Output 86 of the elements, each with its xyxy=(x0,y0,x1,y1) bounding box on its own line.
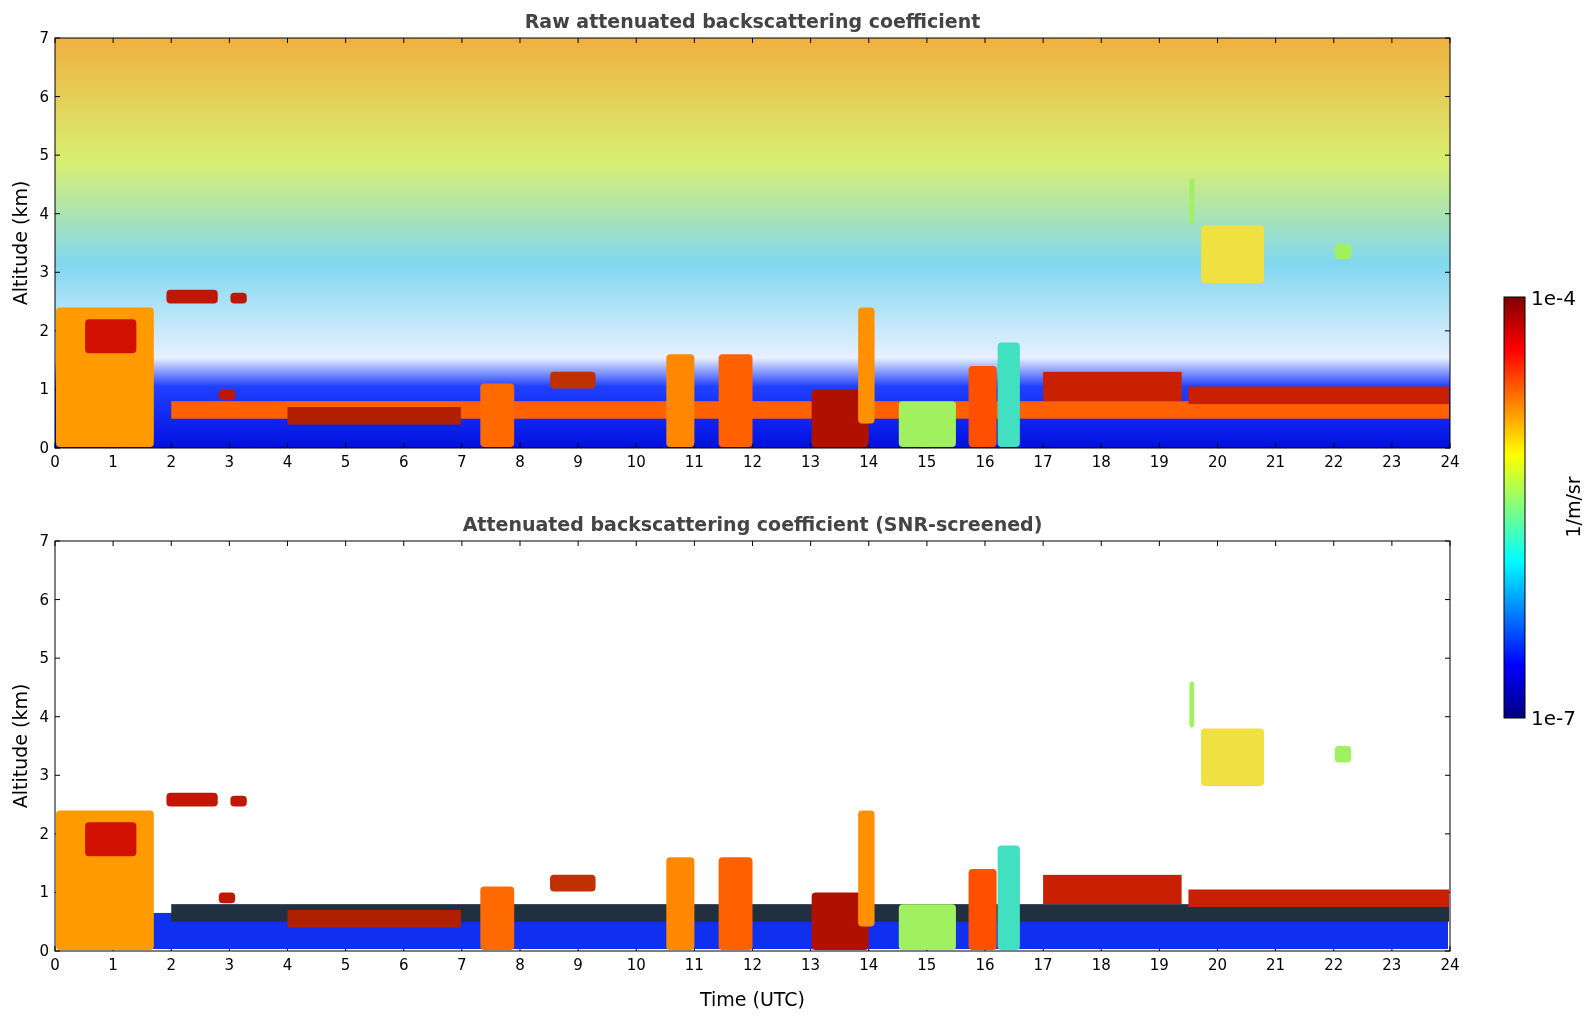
cloud-echo xyxy=(1201,225,1264,283)
x-tick-label: 3 xyxy=(224,956,235,974)
y-tick-label: 7 xyxy=(39,532,49,550)
x-tick-label: 0 xyxy=(50,956,60,974)
y-tick-label: 4 xyxy=(39,707,49,726)
x-tick-label: 13 xyxy=(801,453,821,471)
x-tick-label: 2 xyxy=(166,956,176,974)
x-tick-label: 5 xyxy=(340,956,351,974)
plot-title: Raw attenuated backscattering coefficient xyxy=(524,10,981,32)
y-tick-label: 5 xyxy=(39,146,49,165)
y-axis-label: Altitude (km) xyxy=(9,683,31,809)
x-tick-label: 22 xyxy=(1324,956,1344,974)
x-tick-label: 23 xyxy=(1382,453,1402,471)
x-tick-label: 11 xyxy=(684,956,704,974)
x-tick-label: 14 xyxy=(859,956,879,974)
x-tick-label: 2 xyxy=(166,453,176,471)
x-tick-label: 0 xyxy=(50,453,60,471)
y-tick-label: 7 xyxy=(39,29,49,47)
cloud-echo xyxy=(898,401,956,447)
x-tick-label: 10 xyxy=(626,956,646,974)
x-tick-label: 17 xyxy=(1033,453,1053,471)
x-tick-label: 20 xyxy=(1207,453,1228,471)
cloud-echo xyxy=(230,795,247,807)
plot-title: Attenuated backscattering coefficient (SNR-screened) xyxy=(462,513,1043,535)
y-axis-label: Altitude (km) xyxy=(9,180,31,306)
colorbar-label: 1/m/sr xyxy=(1562,476,1584,538)
x-tick-label: 8 xyxy=(515,453,525,471)
y-tick-label: 2 xyxy=(39,321,49,340)
x-tick-label: 6 xyxy=(399,453,409,471)
x-tick-label: 5 xyxy=(340,453,351,471)
x-tick-label: 4 xyxy=(282,956,293,974)
x-tick-label: 1 xyxy=(108,453,118,471)
x-tick-label: 3 xyxy=(224,453,235,471)
y-tick-label: 1 xyxy=(39,380,49,399)
cloud-echo xyxy=(230,292,247,304)
y-tick-label: 3 xyxy=(39,263,49,282)
x-tick-label: 4 xyxy=(282,453,293,471)
y-tick-label: 1 xyxy=(39,883,49,902)
x-tick-label: 8 xyxy=(515,956,525,974)
cloud-echo xyxy=(480,886,515,950)
y-tick-label: 0 xyxy=(39,439,49,457)
x-tick-label: 21 xyxy=(1266,453,1286,471)
x-tick-label: 17 xyxy=(1033,956,1053,974)
y-tick-label: 5 xyxy=(39,649,49,668)
x-tick-label: 16 xyxy=(975,956,995,974)
cloud-echo xyxy=(480,383,515,447)
cloud-echo xyxy=(218,892,236,904)
y-tick-label: 6 xyxy=(39,87,49,106)
x-tick-label: 13 xyxy=(801,956,821,974)
x-tick-label: 12 xyxy=(742,453,763,471)
x-tick-label: 19 xyxy=(1149,453,1169,471)
y-tick-label: 3 xyxy=(39,766,49,785)
x-tick-label: 16 xyxy=(975,453,995,471)
cloud-echo xyxy=(898,904,956,950)
x-tick-label: 1 xyxy=(108,956,118,974)
x-tick-label: 21 xyxy=(1266,956,1286,974)
x-tick-label: 12 xyxy=(742,956,763,974)
cloud-echo xyxy=(1201,728,1264,786)
x-tick-label: 15 xyxy=(917,453,937,471)
x-tick-label: 15 xyxy=(917,956,937,974)
colorbar-min-label: 1e-7 xyxy=(1531,706,1576,730)
x-tick-label: 11 xyxy=(684,453,704,471)
x-tick-label: 20 xyxy=(1207,956,1228,974)
x-axis-label: Time (UTC) xyxy=(700,988,805,1010)
cloud-echo xyxy=(1189,178,1195,225)
x-tick-label: 18 xyxy=(1091,956,1111,974)
x-tick-label: 9 xyxy=(573,453,583,471)
y-tick-label: 6 xyxy=(39,590,49,609)
y-tick-label: 4 xyxy=(39,204,49,223)
x-tick-label: 18 xyxy=(1091,453,1111,471)
x-tick-label: 24 xyxy=(1440,956,1460,974)
x-tick-label: 22 xyxy=(1324,453,1344,471)
x-tick-label: 14 xyxy=(859,453,879,471)
x-tick-label: 24 xyxy=(1440,453,1460,471)
x-tick-label: 23 xyxy=(1382,956,1402,974)
y-tick-label: 0 xyxy=(39,942,49,960)
colorbar-max-label: 1e-4 xyxy=(1531,286,1576,310)
y-tick-label: 2 xyxy=(39,824,49,843)
x-tick-label: 7 xyxy=(457,956,467,974)
x-tick-label: 6 xyxy=(399,956,409,974)
x-tick-label: 19 xyxy=(1149,956,1169,974)
x-tick-label: 10 xyxy=(626,453,646,471)
cloud-echo xyxy=(1189,681,1195,728)
cloud-echo xyxy=(218,389,236,401)
x-tick-label: 7 xyxy=(457,453,467,471)
x-tick-label: 9 xyxy=(573,956,583,974)
